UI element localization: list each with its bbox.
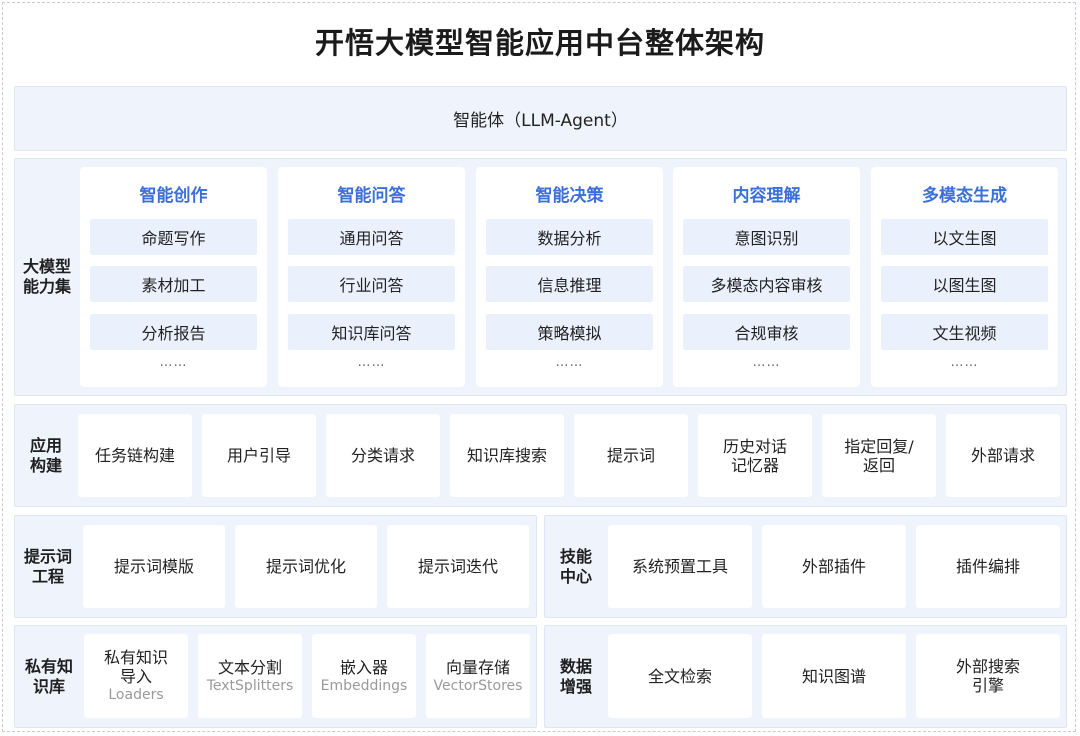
more-ellipsis: ……: [950, 355, 979, 370]
capability-item: 数据分析: [486, 219, 653, 255]
skill-item: 插件编排: [916, 525, 1060, 608]
app-build-item: 提示词: [574, 414, 688, 497]
capability-item: 素材加工: [90, 266, 257, 302]
capability-column: 智能创作 命题写作 素材加工 分析报告 ……: [80, 167, 267, 387]
data-augmentation-layer-label: 数据 增强: [559, 656, 592, 696]
knowledge-base-item: 文本分割 TextSplitters: [198, 634, 302, 718]
column-heading: 智能创作: [139, 186, 208, 206]
capability-item: 合规审核: [683, 314, 850, 350]
column-heading: 内容理解: [732, 186, 801, 206]
agent-layer: 智能体（LLM-Agent）: [14, 86, 1067, 151]
capability-item: 文生视频: [881, 314, 1048, 350]
agent-label: 智能体（LLM-Agent）: [453, 111, 628, 131]
more-ellipsis: ……: [555, 355, 584, 370]
data-augmentation-item: 全文检索: [608, 634, 752, 718]
skill-item: 系统预置工具: [608, 525, 752, 608]
knowledge-base-item: 向量存储 VectorStores: [426, 634, 530, 718]
prompt-item: 提示词优化: [235, 525, 377, 608]
capability-item: 多模态内容审核: [683, 266, 850, 302]
prompt-engineering-layer-label: 提示词 工程: [23, 546, 72, 586]
capability-column: 内容理解 意图识别 多模态内容审核 合规审核 ……: [673, 167, 860, 387]
capability-item: 行业问答: [288, 266, 455, 302]
knowledge-base-item: 嵌入器 Embeddings: [312, 634, 416, 718]
capability-item: 分析报告: [90, 314, 257, 350]
capability-item: 以文生图: [881, 219, 1048, 255]
skill-center-layer-label: 技能 中心: [559, 546, 592, 586]
app-build-item: 分类请求: [326, 414, 440, 497]
app-build-item: 外部请求: [946, 414, 1060, 497]
more-ellipsis: ……: [357, 355, 386, 370]
app-build-item: 知识库搜索: [450, 414, 564, 497]
capability-item: 意图识别: [683, 219, 850, 255]
capability-item: 通用问答: [288, 219, 455, 255]
capability-layer-label: 大模型 能力集: [22, 257, 71, 296]
prompt-item: 提示词迭代: [387, 525, 529, 608]
column-heading: 智能问答: [337, 186, 406, 206]
capability-column: 智能决策 数据分析 信息推理 策略模拟 ……: [476, 167, 663, 387]
skill-item: 外部插件: [762, 525, 906, 608]
capability-item: 以图生图: [881, 266, 1048, 302]
data-augmentation-item: 知识图谱: [762, 634, 906, 718]
app-build-item: 用户引导: [202, 414, 316, 497]
page-title: 开悟大模型智能应用中台整体架构: [314, 26, 765, 60]
capability-column: 多模态生成 以文生图 以图生图 文生视频 ……: [871, 167, 1058, 387]
more-ellipsis: ……: [752, 355, 781, 370]
capability-item: 知识库问答: [288, 314, 455, 350]
app-build-item: 历史对话 记忆器: [698, 414, 812, 497]
more-ellipsis: ……: [159, 355, 188, 370]
capability-item: 信息推理: [486, 266, 653, 302]
column-heading: 多模态生成: [922, 186, 1007, 206]
app-build-layer-label: 应用 构建: [29, 435, 62, 475]
capability-column: 智能问答 通用问答 行业问答 知识库问答 ……: [278, 167, 465, 387]
app-build-item: 任务链构建: [78, 414, 192, 497]
column-heading: 智能决策: [535, 186, 604, 206]
app-build-item: 指定回复/返回: [822, 414, 936, 497]
knowledge-base-layer-label: 私有知 识库: [24, 656, 73, 696]
data-augmentation-item: 外部搜索 引擎: [916, 634, 1060, 718]
capability-item: 命题写作: [90, 219, 257, 255]
capability-item: 策略模拟: [486, 314, 653, 350]
knowledge-base-item: 私有知识 导入 Loaders: [84, 634, 188, 718]
prompt-item: 提示词模版: [83, 525, 225, 608]
